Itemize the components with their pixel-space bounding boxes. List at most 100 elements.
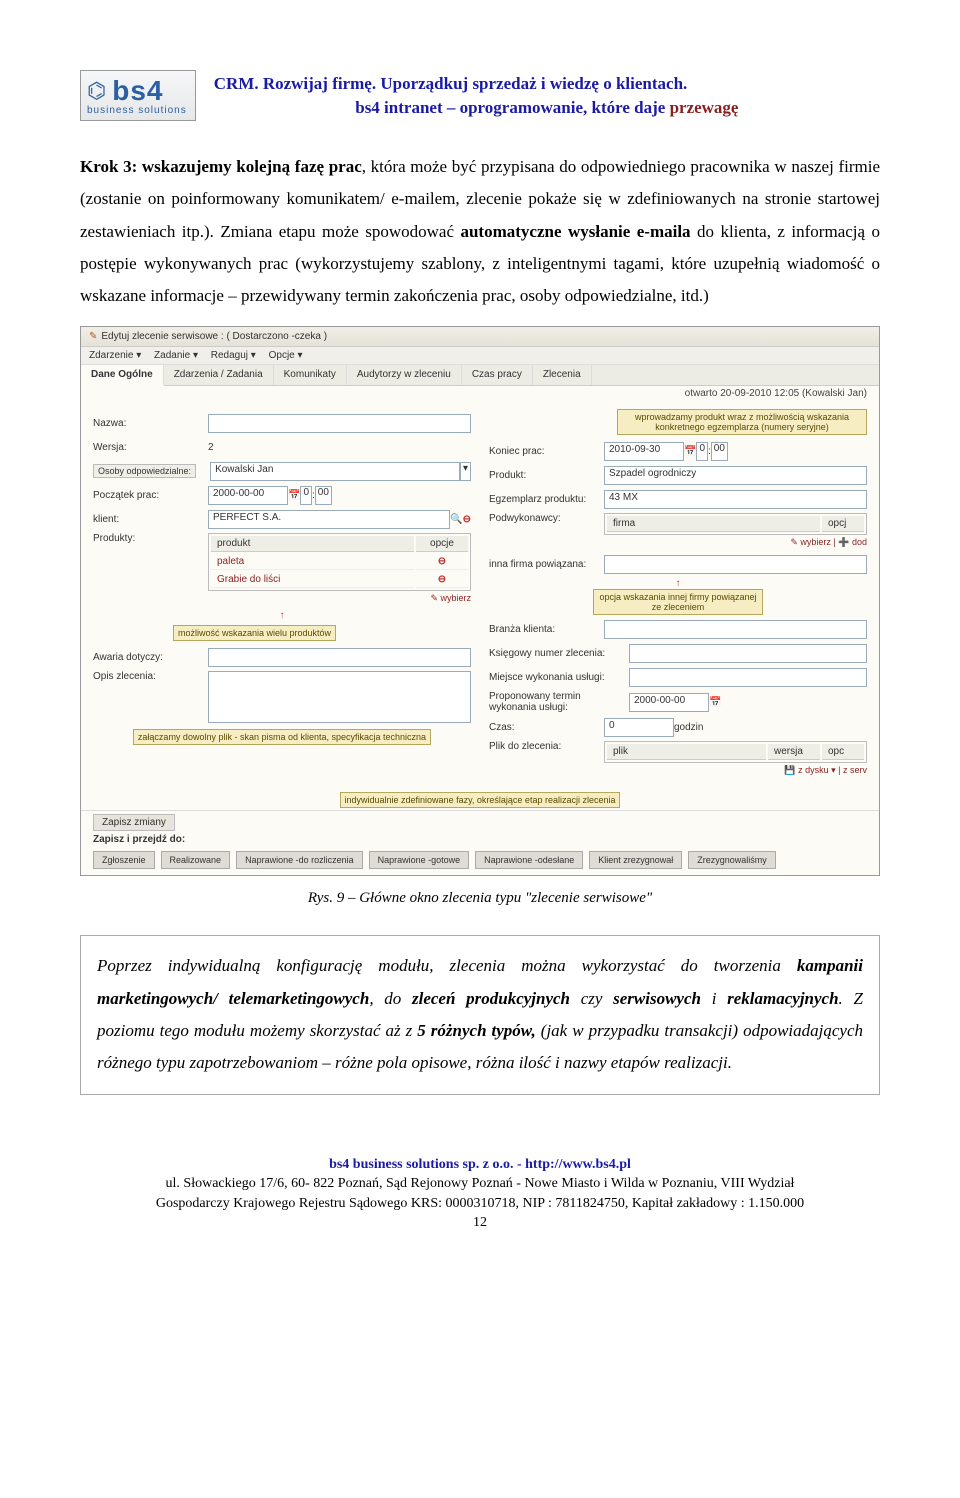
input-proponowany[interactable]: 2000-00-00 xyxy=(629,693,709,712)
input-nazwa[interactable] xyxy=(208,414,471,433)
label-koniec: Koniec prac: xyxy=(489,446,604,457)
row-paleta[interactable]: paleta xyxy=(211,554,414,570)
input-branza[interactable] xyxy=(604,620,867,639)
tab-dane-ogolne[interactable]: Dane Ogólne xyxy=(81,365,164,386)
figure-caption: Rys. 9 – Główne okno zlecenia typu "zlec… xyxy=(80,890,880,907)
arrow-up-icon: ↑ xyxy=(676,578,681,589)
menu-redaguj[interactable]: Redaguj ▾ xyxy=(211,350,256,361)
input-egzemplarz[interactable]: 43 MX xyxy=(604,490,867,509)
col-opcje: opcje xyxy=(416,536,468,552)
logo-text: bs4 xyxy=(112,75,163,107)
input-klient[interactable]: PERFECT S.A. xyxy=(208,510,450,529)
input-czas[interactable]: 0 xyxy=(604,718,674,737)
form-area: Nazwa: Wersja:2 Osoby odpowiedzialne:Kow… xyxy=(81,401,879,790)
input-ksiegowy[interactable] xyxy=(629,644,867,663)
input-miejsce[interactable] xyxy=(629,668,867,687)
textarea-opis[interactable] xyxy=(208,671,471,723)
stage-zrezygnowalismy[interactable]: Zrezygnowaliśmy xyxy=(688,851,776,869)
menu-zadanie[interactable]: Zadanie ▾ xyxy=(154,350,198,361)
link-wybierz-dod[interactable]: ✎ wybierz | ➕ dod xyxy=(604,535,867,550)
input-koniec-date[interactable]: 2010-09-30 xyxy=(604,442,684,461)
footer-company: bs4 business solutions sp. z o.o. - http… xyxy=(80,1155,880,1175)
label-plik: Plik do zlecenia: xyxy=(489,741,604,752)
delete-icon[interactable]: ⊖ xyxy=(438,574,446,585)
callout-produkt: wprowadzamy produkt wraz z możliwością w… xyxy=(617,409,867,435)
label-ksiegowy: Księgowy numer zlecenia: xyxy=(489,648,629,659)
label-podwykonawcy: Podwykonawcy: xyxy=(489,513,604,524)
select-koniec-h[interactable]: 0 xyxy=(696,442,708,461)
select-koniec-m[interactable]: 00 xyxy=(711,442,728,461)
label-produkt: Produkt: xyxy=(489,470,604,481)
tabs: Dane Ogólne Zdarzenia / Zadania Komunika… xyxy=(81,365,879,386)
col-opc: opc xyxy=(822,744,864,760)
header-line-2: bs4 intranet – oprogramowanie, które daj… xyxy=(214,98,880,118)
table-plik: plikwersjaopc xyxy=(604,741,867,763)
label-poczatek: Początek prac: xyxy=(93,490,208,501)
calendar-icon[interactable]: 📅 xyxy=(709,697,721,708)
tab-audytorzy[interactable]: Audytorzy w zleceniu xyxy=(347,365,462,385)
label-awaria: Awaria dotyczy: xyxy=(93,652,208,663)
menubar: Zdarzenie ▾ Zadanie ▾ Redaguj ▾ Opcje ▾ xyxy=(81,347,879,365)
row-grabie[interactable]: Grabie do liści xyxy=(211,572,414,588)
clear-klient-icon[interactable]: ⊖ xyxy=(463,514,471,525)
header-line-1: CRM. Rozwijaj firmę. Uporządkuj sprzedaż… xyxy=(214,74,880,94)
table-produkty: produktopcje paleta⊖ Grabie do liści⊖ xyxy=(208,533,471,591)
tab-czas-pracy[interactable]: Czas pracy xyxy=(462,365,533,385)
stage-row: Zgłoszenie Realizowane Naprawione -do ro… xyxy=(93,851,867,869)
link-wybierz[interactable]: ✎ wybierz xyxy=(430,593,471,603)
edit-icon: ✎ xyxy=(89,331,97,342)
menu-opcje[interactable]: Opcje ▾ xyxy=(269,350,303,361)
page-number: 12 xyxy=(80,1213,880,1233)
label-wersja: Wersja: xyxy=(93,442,208,453)
input-awaria[interactable] xyxy=(208,648,471,667)
input-poczatek-date[interactable]: 2000-00-00 xyxy=(208,486,288,505)
logo-icon: ⌬ xyxy=(87,78,106,104)
save-button[interactable]: Zapisz zmiany xyxy=(93,814,175,831)
stage-zgloszenie[interactable]: Zgłoszenie xyxy=(93,851,155,869)
label-czas: Czas: xyxy=(489,722,604,733)
menu-zdarzenie[interactable]: Zdarzenie ▾ xyxy=(89,350,141,361)
label-miejsce: Miejsce wykonania usługi: xyxy=(489,672,629,683)
stage-klient-zrezygnowal[interactable]: Klient zrezygnował xyxy=(589,851,682,869)
config-box: Poprzez indywidualną konfigurację modułu… xyxy=(80,935,880,1094)
tab-komunikaty[interactable]: Komunikaty xyxy=(274,365,347,385)
label-inna-firma: inna firma powiązana: xyxy=(489,559,604,570)
tab-zdarzenia[interactable]: Zdarzenia / Zadania xyxy=(164,365,274,385)
calendar-icon[interactable]: 📅 xyxy=(288,490,300,501)
dropdown-osoby[interactable]: ▾ xyxy=(460,462,471,481)
input-osoby[interactable]: Kowalski Jan xyxy=(210,462,460,481)
doc-header: ⌬ bs4 business solutions CRM. Rozwijaj f… xyxy=(80,70,880,121)
select-poczatek-m[interactable]: 00 xyxy=(315,486,332,505)
callout-attach: załączamy dowolny plik - skan pisma od k… xyxy=(133,729,431,745)
value-wersja: 2 xyxy=(208,442,214,453)
app-screenshot: ✎Edytuj zlecenie serwisowe : ( Dostarczo… xyxy=(80,326,880,876)
window-title: ✎Edytuj zlecenie serwisowe : ( Dostarczo… xyxy=(81,327,879,347)
select-poczatek-h[interactable]: 0 xyxy=(300,486,312,505)
page-footer: bs4 business solutions sp. z o.o. - http… xyxy=(80,1155,880,1233)
button-osoby[interactable]: Osoby odpowiedzialne: xyxy=(93,464,196,478)
delete-icon[interactable]: ⊖ xyxy=(438,556,446,567)
input-produkt[interactable]: Szpadel ogrodniczy xyxy=(604,466,867,485)
col-plik: plik xyxy=(607,744,766,760)
calendar-icon[interactable]: 📅 xyxy=(684,446,696,457)
label-branza: Branża klienta: xyxy=(489,624,604,635)
col-wersja: wersja xyxy=(768,744,820,760)
link-z-dysku[interactable]: 💾 z dysku ▾ | z serv xyxy=(604,763,867,778)
opened-status: otwarto 20-09-2010 12:05 (Kowalski Jan) xyxy=(81,386,879,401)
footer-address-1: ul. Słowackiego 17/6, 60- 822 Poznań, Są… xyxy=(80,1174,880,1194)
callout-inna-firma: opcja wskazania innej firmy powiązanej z… xyxy=(593,589,763,615)
stage-gotowe[interactable]: Naprawione -gotowe xyxy=(369,851,470,869)
stage-do-rozliczenia[interactable]: Naprawione -do rozliczenia xyxy=(236,851,363,869)
footer-area: Zapisz zmiany Zapisz i przejdź do: Zgłos… xyxy=(81,810,879,875)
stage-odeslane[interactable]: Naprawione -odesłane xyxy=(475,851,583,869)
col-opcj: opcj xyxy=(822,516,864,532)
tab-zlecenia[interactable]: Zlecenia xyxy=(533,365,592,385)
stage-realizowane[interactable]: Realizowane xyxy=(161,851,231,869)
label-proponowany: Proponowany termin wykonania usługi: xyxy=(489,691,629,713)
label-klient: klient: xyxy=(93,514,208,525)
arrow-up-icon: ↑ xyxy=(280,610,285,621)
search-icon[interactable]: 🔍 xyxy=(450,514,462,525)
label-opis: Opis zlecenia: xyxy=(93,671,208,682)
input-inna-firma[interactable] xyxy=(604,555,867,574)
label-go-to: Zapisz i przejdź do: xyxy=(93,834,867,845)
